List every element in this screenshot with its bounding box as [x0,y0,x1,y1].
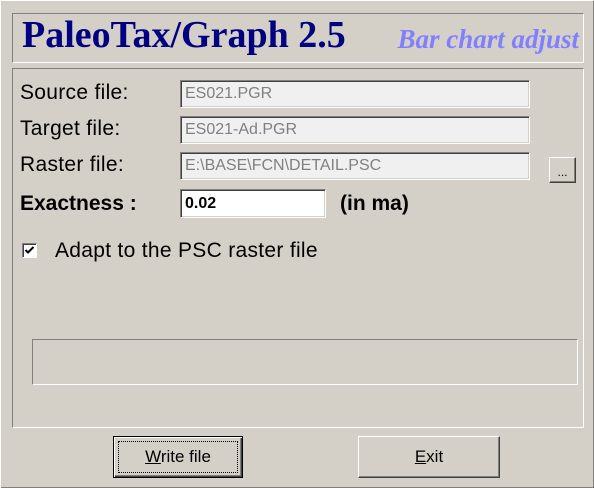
header-panel: PaleoTax/Graph 2.5 Bar chart adjust [12,13,584,63]
exit-button[interactable]: Exit [358,436,500,478]
browse-button-label: ... [557,165,568,179]
exactness-field[interactable] [180,189,326,218]
raster-browse-button[interactable]: ... [549,157,576,183]
adapt-raster-checkbox-label[interactable]: Adapt to the PSC raster file [55,237,318,265]
exactness-unit-label: (in ma) [340,192,409,215]
exit-button-label: Exit [414,447,444,466]
form-panel: Source file: Target file: Raster file: .… [12,68,584,428]
exactness-label: Exactness : [20,192,137,215]
source-file-field[interactable] [180,80,530,108]
check-icon [24,246,35,254]
app-title: PaleoTax/Graph 2.5 [22,14,346,56]
raster-file-label: Raster file: [20,153,124,176]
progress-bar [32,339,578,385]
bar-chart-adjust-dialog: PaleoTax/Graph 2.5 Bar chart adjust Sour… [0,0,594,488]
focus-rect [118,441,238,473]
target-file-field[interactable] [180,116,530,144]
raster-file-field[interactable] [180,152,530,180]
dialog-subtitle: Bar chart adjust [397,24,579,54]
source-file-label: Source file: [20,81,129,104]
write-file-button[interactable]: Write file [113,436,243,478]
adapt-raster-checkbox[interactable] [22,243,37,258]
target-file-label: Target file: [20,117,121,140]
